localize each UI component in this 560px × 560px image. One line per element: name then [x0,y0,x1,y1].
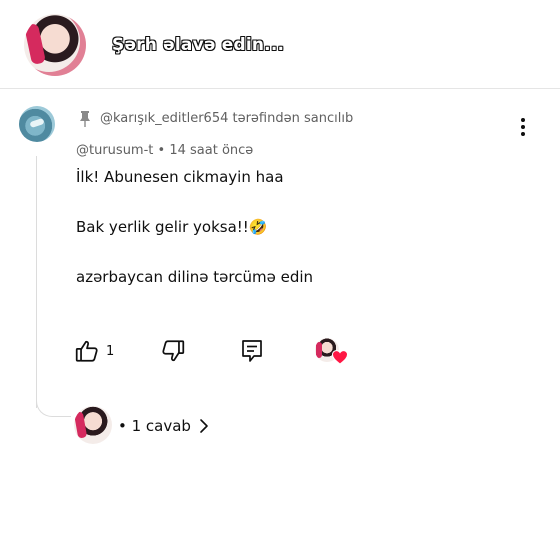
divider [0,88,560,89]
view-replies-button[interactable]: • 1 cavab [74,406,234,446]
like-button[interactable] [74,338,100,364]
chevron-right-icon [200,419,208,433]
add-comment-bar[interactable]: Şərh əlavə edin... [0,0,560,88]
thread-line-curve [36,392,71,417]
user-avatar [24,14,86,76]
creator-heart-badge [315,338,349,368]
add-comment-prompt[interactable]: Şərh əlavə edin... [112,35,284,55]
like-count: 1 [106,344,115,359]
heart-icon [332,350,348,365]
reply-button[interactable] [240,338,264,364]
dislike-button[interactable] [160,338,186,364]
comment-author-avatar[interactable] [19,106,55,142]
comment-time: 14 saat öncə [169,143,254,158]
comment-meta: @turusum-t • 14 saat öncə [76,143,253,158]
thread-line [36,156,37,408]
replies-count: • 1 cavab [118,417,191,435]
pinned-label: @karışık_editler654 tərəfindən sancılıb [100,111,354,126]
thumb-down-icon [162,340,185,362]
meta-separator: • [153,143,170,158]
more-vertical-icon[interactable] [513,116,533,138]
pin-icon [80,111,90,127]
comment-text-line: İlk! Abunesen cikmayin haa [76,168,284,186]
comment-text-line: Bak yerlik gelir yoksa!!🤣 [76,218,268,236]
reply-author-avatar [74,406,112,444]
comment-text-line: azərbaycan dilinə tərcümə edin [76,268,314,286]
thumb-up-icon [75,340,98,362]
reply-icon [242,340,262,362]
comment-author[interactable]: @turusum-t [76,143,153,158]
